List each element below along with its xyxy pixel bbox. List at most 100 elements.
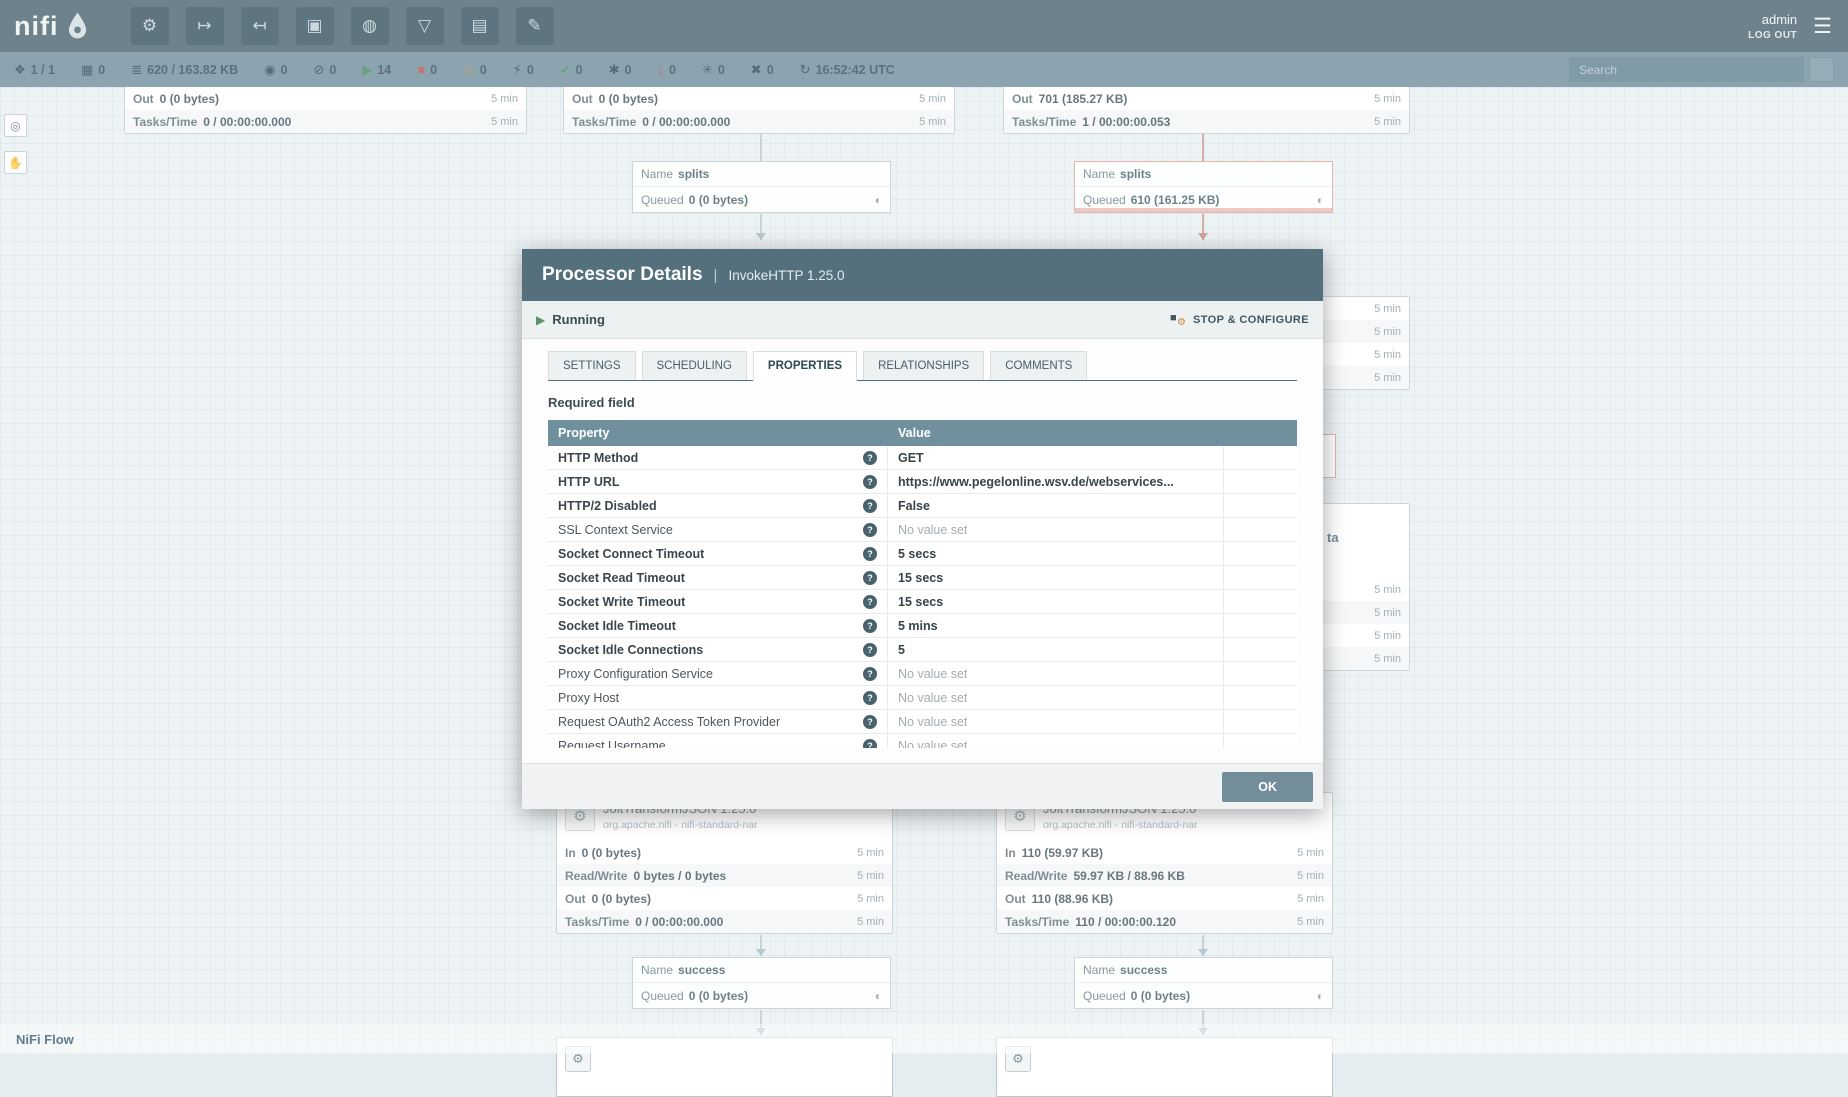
navigate-palette-toggle[interactable]: ◎ bbox=[4, 114, 27, 137]
nifi-logo: nifi bbox=[14, 11, 89, 42]
funnel-tool-icon[interactable]: ▽ bbox=[406, 7, 444, 45]
property-cell: Socket Idle Timeout? bbox=[548, 614, 888, 637]
value-cell: No value set bbox=[888, 518, 1224, 541]
connection-line bbox=[1202, 134, 1204, 161]
running-icon: ▶ bbox=[362, 63, 372, 76]
help-icon[interactable]: ? bbox=[863, 451, 877, 465]
processor[interactable]: ⚙ JoltTransformJSON 1.25.0 org.apache.ni… bbox=[556, 792, 893, 934]
connection-arrow-icon bbox=[756, 949, 766, 956]
status-disabled: ⚡0 bbox=[513, 63, 534, 77]
value-column-header: Value bbox=[888, 426, 1224, 440]
operate-icon: ✋ bbox=[8, 156, 23, 170]
connection-name-row: Namesplits bbox=[633, 162, 890, 187]
help-icon[interactable]: ? bbox=[863, 667, 877, 681]
search-input[interactable] bbox=[1569, 57, 1804, 82]
app-header: nifi ⚙ ↦ ↤ ▣ ◍ ▽ ▤ ✎ admin LOG OUT ☰ bbox=[0, 0, 1848, 52]
help-icon[interactable]: ? bbox=[863, 595, 877, 609]
search-options-button[interactable] bbox=[1809, 57, 1834, 82]
help-icon[interactable]: ? bbox=[863, 619, 877, 633]
connection-label[interactable]: Namesuccess Queued0 (0 bytes)◐ bbox=[632, 957, 891, 1009]
connection-label[interactable]: Namesplits Queued0 (0 bytes)◐ bbox=[632, 161, 891, 213]
property-cell: Socket Idle Connections? bbox=[548, 638, 888, 661]
stat-row: Read/Write0 bytes / 0 bytes5 min bbox=[557, 864, 892, 887]
component-toolbar: ⚙ ↦ ↤ ▣ ◍ ▽ ▤ ✎ bbox=[131, 7, 554, 45]
breadcrumb[interactable]: NiFi Flow bbox=[16, 1032, 74, 1047]
properties-table-header: Property Value bbox=[548, 420, 1297, 446]
status-up-to-date: ✔0 bbox=[560, 63, 583, 77]
status-running: ▶14 bbox=[362, 63, 391, 77]
help-icon[interactable]: ? bbox=[863, 499, 877, 513]
logout-link[interactable]: LOG OUT bbox=[1748, 30, 1797, 41]
property-row: Request OAuth2 Access Token Provider? No… bbox=[548, 710, 1297, 734]
template-tool-icon[interactable]: ▤ bbox=[461, 7, 499, 45]
extra-cell bbox=[1224, 662, 1297, 685]
help-icon[interactable]: ? bbox=[863, 715, 877, 729]
tab-settings[interactable]: SETTINGS bbox=[548, 351, 636, 380]
extra-cell bbox=[1224, 590, 1297, 613]
properties-table-viewport[interactable]: HTTP Method? GET HTTP URL? https://www.p… bbox=[548, 446, 1297, 748]
connection-queue-row: Queued0 (0 bytes)◐ bbox=[633, 983, 890, 1008]
load-balance-icon: ◐ bbox=[1317, 989, 1324, 1003]
help-icon[interactable]: ? bbox=[863, 691, 877, 705]
dialog-body: Required field Property Value HTTP Metho… bbox=[522, 381, 1323, 763]
process-group-tool-icon[interactable]: ▣ bbox=[296, 7, 334, 45]
property-row: Proxy Host? No value set bbox=[548, 686, 1297, 710]
dialog-tabs: SETTINGS SCHEDULING PROPERTIES RELATIONS… bbox=[548, 351, 1297, 381]
processor-details-dialog: Processor Details | InvokeHTTP 1.25.0 ▶ … bbox=[522, 249, 1323, 809]
connection-label[interactable]: Namesuccess Queued0 (0 bytes)◐ bbox=[1074, 957, 1333, 1009]
disabled-icon: ⚡ bbox=[513, 63, 522, 76]
property-cell: Socket Read Timeout? bbox=[548, 566, 888, 589]
invalid-icon: ⚠ bbox=[463, 63, 475, 76]
processor[interactable]: Out0 (0 bytes)5 min Tasks/Time0 / 00:00:… bbox=[563, 86, 955, 134]
stop-and-configure-button[interactable]: ■ ⚙ STOP & CONFIGURE bbox=[1170, 312, 1309, 327]
tab-comments[interactable]: COMMENTS bbox=[990, 351, 1087, 380]
help-icon[interactable]: ? bbox=[863, 547, 877, 561]
value-cell: 5 mins bbox=[888, 614, 1224, 637]
running-status-icon: ▶ bbox=[536, 313, 545, 327]
remote-process-group-tool-icon[interactable]: ◍ bbox=[351, 7, 389, 45]
operate-palette-toggle[interactable]: ✋ bbox=[4, 151, 27, 174]
property-cell: Proxy Configuration Service? bbox=[548, 662, 888, 685]
connection-arrow-icon bbox=[756, 233, 766, 240]
extra-cell bbox=[1224, 518, 1297, 541]
help-icon[interactable]: ? bbox=[863, 475, 877, 489]
help-icon[interactable]: ? bbox=[863, 523, 877, 537]
ok-button[interactable]: OK bbox=[1222, 772, 1313, 802]
stat-row: Tasks/Time0 / 00:00:00.0005 min bbox=[125, 110, 526, 133]
global-menu-button[interactable]: ☰ bbox=[1813, 16, 1832, 37]
running-status-label: Running bbox=[552, 312, 605, 327]
connection-queue-row: Queued0 (0 bytes)◐ bbox=[1075, 983, 1332, 1008]
property-row: Proxy Configuration Service? No value se… bbox=[548, 662, 1297, 686]
status-active-threads: ▦0 bbox=[81, 63, 105, 77]
tab-scheduling[interactable]: SCHEDULING bbox=[642, 351, 747, 380]
value-cell: 15 secs bbox=[888, 566, 1224, 589]
processor[interactable]: ⚙ JoltTransformJSON 1.25.0 org.apache.ni… bbox=[996, 792, 1333, 934]
status-transmitting: ◉0 bbox=[264, 63, 287, 77]
stat-row: Tasks/Time110 / 00:00:00.1205 min bbox=[997, 910, 1332, 933]
value-cell: False bbox=[888, 494, 1224, 517]
dialog-footer: OK bbox=[522, 763, 1323, 809]
nifi-drop-icon bbox=[66, 11, 89, 41]
help-icon[interactable]: ? bbox=[863, 571, 877, 585]
dialog-title: Processor Details bbox=[542, 264, 703, 286]
stat-row: Out0 (0 bytes)5 min bbox=[564, 87, 954, 110]
output-port-tool-icon[interactable]: ↤ bbox=[241, 7, 279, 45]
connection-arrow-icon bbox=[1198, 233, 1208, 240]
label-tool-icon[interactable]: ✎ bbox=[516, 7, 554, 45]
property-row: Socket Read Timeout? 15 secs bbox=[548, 566, 1297, 590]
nifi-logo-text: nifi bbox=[14, 11, 59, 42]
connection-label[interactable]: Namesplits Queued610 (161.25 KB)◐ bbox=[1074, 161, 1333, 213]
extra-cell bbox=[1224, 638, 1297, 661]
tab-properties[interactable]: PROPERTIES bbox=[753, 351, 857, 381]
stale-icon: ↓ bbox=[657, 63, 664, 76]
value-cell: https://www.pegelonline.wsv.de/webservic… bbox=[888, 470, 1224, 493]
property-row: Socket Connect Timeout? 5 secs bbox=[548, 542, 1297, 566]
processor[interactable]: Out0 (0 bytes)5 min Tasks/Time0 / 00:00:… bbox=[124, 86, 527, 134]
navigate-icon: ◎ bbox=[10, 119, 20, 133]
processor-tool-icon[interactable]: ⚙ bbox=[131, 7, 169, 45]
help-icon[interactable]: ? bbox=[863, 739, 877, 749]
help-icon[interactable]: ? bbox=[863, 643, 877, 657]
processor[interactable]: Out701 (185.27 KB)5 min Tasks/Time1 / 00… bbox=[1003, 86, 1410, 134]
input-port-tool-icon[interactable]: ↦ bbox=[186, 7, 224, 45]
tab-relationships[interactable]: RELATIONSHIPS bbox=[863, 351, 984, 380]
